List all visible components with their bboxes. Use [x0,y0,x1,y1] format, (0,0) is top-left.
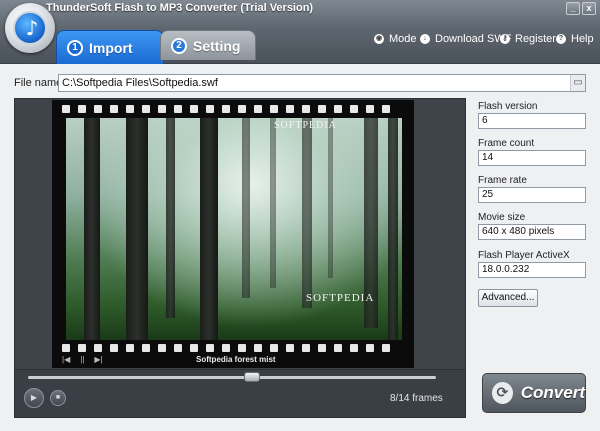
flash-version-label: Flash version [478,101,538,112]
sprocket-hole [334,344,342,352]
step-one-icon: 1 [67,39,83,56]
film-controls: |◀ || ▶| [62,355,103,364]
mode-icon: ◉ [374,34,384,44]
sprocket-row-top [62,105,390,113]
advanced-button[interactable]: Advanced... [478,289,538,307]
frame-counter: 8/14 frames [390,393,443,404]
sprocket-hole [142,344,150,352]
menu-help[interactable]: ? Help [556,33,594,45]
menu-register-label: Register [515,33,556,45]
frame-count-field: 14 [478,150,586,166]
sprocket-hole [302,105,310,113]
sprocket-hole [94,105,102,113]
movie-size-field: 640 x 480 pixels [478,224,586,240]
sprocket-hole [206,105,214,113]
sprocket-hole [286,105,294,113]
sprocket-hole [126,344,134,352]
menu-register[interactable]: ⚷ Register [500,33,556,45]
sprocket-hole [206,344,214,352]
menu-mode-label: Mode [389,33,417,45]
sprocket-hole [270,344,278,352]
help-icon: ? [556,34,566,44]
stop-button[interactable]: ■ [50,390,66,406]
convert-button[interactable]: ⟳ Convert [482,373,586,413]
sprocket-hole [190,105,198,113]
play-button[interactable]: ▶ [24,388,44,408]
browse-folder-icon[interactable]: ▭ [570,75,585,91]
sprocket-hole [350,105,358,113]
seek-thumb[interactable] [244,372,261,382]
film-caption: Softpedia forest mist [196,355,276,364]
seek-track[interactable] [28,376,436,379]
menu-mode[interactable]: ◉ Mode [374,33,417,45]
sprocket-hole [238,105,246,113]
key-icon: ⚷ [500,34,510,44]
window-title: ThunderSoft Flash to MP3 Converter (Tria… [46,2,314,14]
sprocket-hole [110,344,118,352]
file-name-label: File name [14,77,63,89]
sprocket-row-bottom [62,344,390,352]
sprocket-hole [174,344,182,352]
forward-icon: ▶| [94,355,103,364]
sprocket-hole [78,105,86,113]
image-logo-text: SOFTPEDIA [306,292,375,304]
rewind-icon: |◀ [62,355,71,364]
sprocket-hole [62,105,70,113]
flash-version-field: 6 [478,113,586,129]
sprocket-hole [286,344,294,352]
sprocket-hole [366,344,374,352]
sprocket-hole [126,105,134,113]
close-button[interactable]: x [582,2,596,15]
sprocket-hole [222,344,230,352]
preview-image [66,118,402,340]
tab-setting[interactable]: 2 Setting [160,30,256,60]
sprocket-hole [158,105,166,113]
sprocket-hole [382,105,390,113]
image-watermark: SOFTPEDIA [274,120,337,131]
convert-icon: ⟳ [492,382,513,404]
tab-import[interactable]: 1 Import [56,30,164,64]
flash-player-label: Flash Player ActiveX [478,250,570,261]
tab-setting-label: Setting [193,37,241,54]
sprocket-hole [318,105,326,113]
sprocket-hole [254,105,262,113]
tab-import-label: Import [89,39,133,56]
step-two-icon: 2 [171,37,187,54]
movie-size-label: Movie size [478,212,526,223]
menu-help-label: Help [571,33,594,45]
sprocket-hole [334,105,342,113]
frame-rate-label: Frame rate [478,175,527,186]
sprocket-hole [254,344,262,352]
sprocket-hole [158,344,166,352]
convert-label: Convert [520,383,585,402]
file-path-input[interactable]: C:\Softpedia Files\Softpedia.swf [58,74,586,92]
sprocket-hole [78,344,86,352]
music-note-icon: ♪ [25,16,39,40]
minimize-button[interactable]: _ [566,2,580,15]
sprocket-hole [142,105,150,113]
frame-count-label: Frame count [478,138,535,149]
sprocket-hole [366,105,374,113]
title-bar: ♪ ThunderSoft Flash to MP3 Converter (Tr… [0,0,600,64]
sprocket-hole [350,344,358,352]
sprocket-hole [238,344,246,352]
flash-player-field: 18.0.0.232 [478,262,586,278]
menu-download-swf[interactable]: ↓ Download SWF [420,33,511,45]
sprocket-hole [190,344,198,352]
sprocket-hole [382,344,390,352]
sprocket-hole [270,105,278,113]
frame-rate-field: 25 [478,187,586,203]
sprocket-hole [318,344,326,352]
sprocket-hole [62,344,70,352]
sprocket-hole [110,105,118,113]
sprocket-hole [222,105,230,113]
sprocket-hole [174,105,182,113]
sprocket-hole [94,344,102,352]
pause-icon: || [80,355,85,364]
download-icon: ↓ [420,34,430,44]
sprocket-hole [302,344,310,352]
